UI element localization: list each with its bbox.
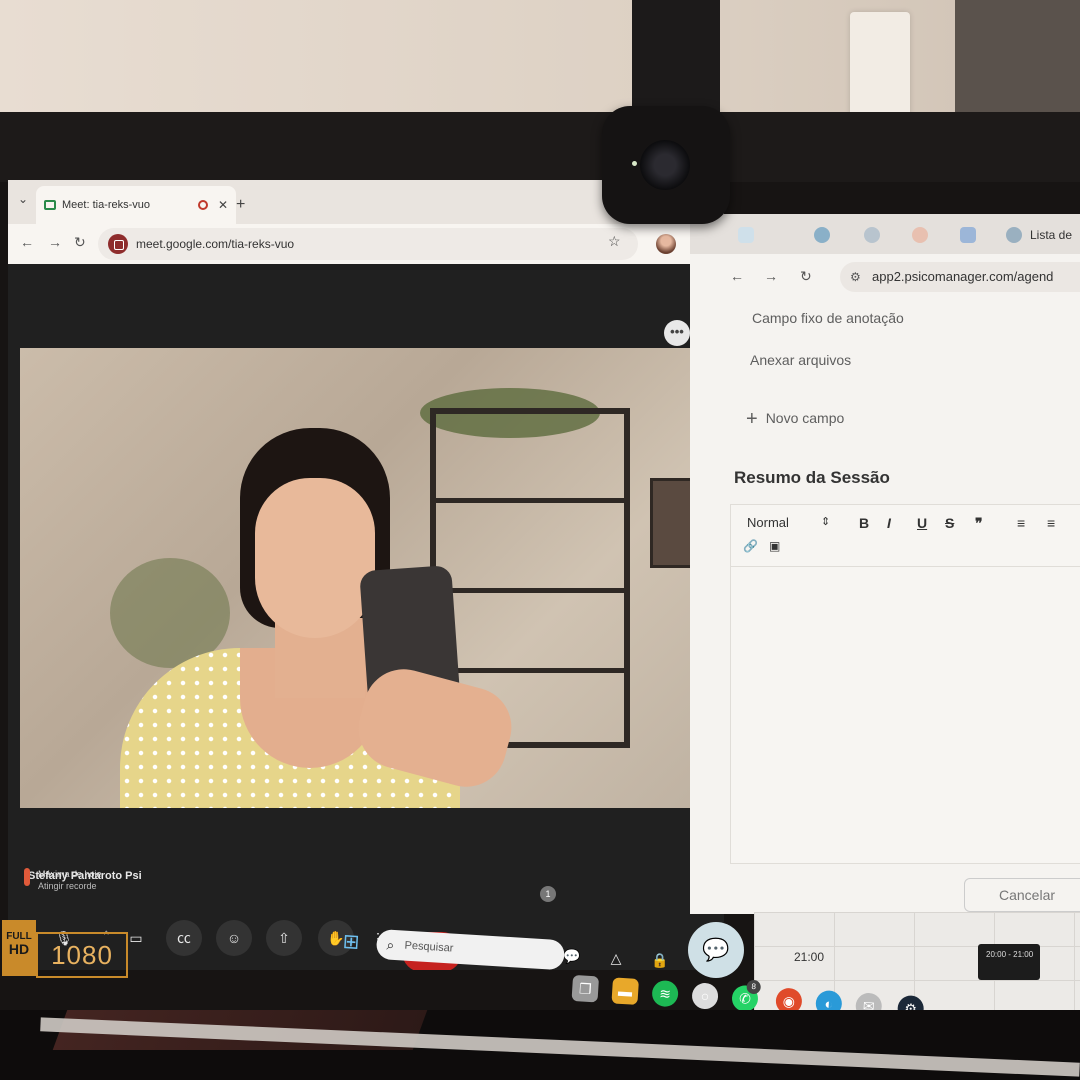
psico-toolbar: ← → ↻ app2.psicomanager.com/agend <box>690 254 1080 298</box>
tab-favicon-icon[interactable] <box>864 227 880 243</box>
weather-title: Máxima de hoje <box>38 869 102 879</box>
bold-button[interactable]: B <box>859 515 869 531</box>
back-icon[interactable]: ← <box>730 268 744 284</box>
forward-icon[interactable]: → <box>764 268 778 284</box>
emoji-icon[interactable]: ☺ <box>216 920 252 956</box>
new-field-button[interactable]: + Novo campo <box>746 408 844 431</box>
weather-widget[interactable]: Máxima de hoje Atingir recorde <box>24 868 102 892</box>
monitor-top-bezel <box>0 112 1080 182</box>
resolution-label: 1080 <box>36 932 128 978</box>
participants-count-badge: 1 <box>540 886 556 902</box>
back-icon[interactable]: ← <box>20 234 34 250</box>
new-field-label: Novo campo <box>765 410 845 426</box>
section-title: Resumo da Sessão <box>734 468 890 487</box>
bookmark-star-icon[interactable]: ☆ <box>608 233 621 250</box>
quote-button[interactable]: ❞ <box>975 515 983 532</box>
taskbar-search[interactable]: Pesquisar <box>375 928 566 971</box>
rich-text-editor[interactable]: Normal ⇕ B I U S ❞ ≡ ≡ 🔗 ▣ <box>730 504 1080 864</box>
format-select-caret-icon[interactable]: ⇕ <box>821 515 830 528</box>
participant-video <box>20 348 700 808</box>
site-info-icon[interactable] <box>108 234 128 254</box>
link-icon[interactable]: 🔗 <box>743 539 758 553</box>
underline-button[interactable]: U <box>917 515 927 531</box>
address-bar[interactable]: meet.google.com/tia-reks-vuo <box>98 228 638 260</box>
meet-stage: ••• Stefany Pantaroto Psi ^ 🎙 ^ ▭ ㏄ ☺ <box>8 264 724 970</box>
captions-icon[interactable]: ㏄ <box>166 920 202 956</box>
more-options-button[interactable]: ••• <box>664 320 690 346</box>
psico-browser-window: Lista de ← → ↻ app2.psicomanager.com/age… <box>690 214 1080 914</box>
italic-button[interactable]: I <box>887 515 891 531</box>
cancel-button[interactable]: Cancelar <box>964 878 1080 912</box>
shelf-board <box>430 668 630 673</box>
task-view-icon[interactable]: ❐ <box>571 974 600 1003</box>
shelf-board <box>430 588 630 593</box>
tab-title: Meet: tia-reks-vuo <box>62 199 151 211</box>
meet-toolbar: ← → ↻ meet.google.com/tia-reks-vuo ☆ ⋮ <box>8 224 724 264</box>
webcam-lens-icon <box>640 140 690 190</box>
editor-toolbar: Normal ⇕ B I U S ❞ ≡ ≡ 🔗 ▣ <box>731 505 1080 567</box>
calendar-tab-icon[interactable] <box>960 227 976 243</box>
recording-indicator-icon <box>197 200 208 210</box>
meet-favicon-icon <box>44 200 56 210</box>
spotify-icon[interactable]: ≋ <box>651 979 679 1008</box>
tab-lista[interactable]: Lista de <box>1030 228 1072 242</box>
thermometer-icon <box>24 868 30 886</box>
shelf-board <box>430 498 630 503</box>
psico-tabstrip: Lista de <box>690 214 1080 254</box>
format-select[interactable]: Normal <box>747 515 789 530</box>
menu-attach-files[interactable]: Anexar arquivos <box>750 352 851 368</box>
profile-avatar[interactable] <box>656 234 676 254</box>
reload-icon[interactable]: ↻ <box>74 234 86 251</box>
tab-meet[interactable]: Meet: tia-reks-vuo ✕ <box>36 186 236 224</box>
psico-content: Campo fixo de anotação Anexar arquivos +… <box>690 298 1080 914</box>
windows-start-icon[interactable]: ⊞ <box>342 929 360 955</box>
webcam-led <box>632 161 637 166</box>
webcam-mount <box>632 0 720 120</box>
tab-favicon-icon[interactable] <box>1006 227 1022 243</box>
tab-favicon-icon[interactable] <box>738 227 754 243</box>
tab-favicon-icon[interactable] <box>814 227 830 243</box>
address-url: meet.google.com/tia-reks-vuo <box>136 237 295 251</box>
reload-icon[interactable]: ↻ <box>800 268 812 285</box>
forward-icon[interactable]: → <box>48 234 62 250</box>
meet-browser-window: ⌄ Meet: tia-reks-vuo ✕ + — ☐ ✕ ← → ↻ mee… <box>8 180 724 970</box>
tab-search-chevron-icon[interactable]: ⌄ <box>18 192 28 206</box>
fullhd-bottom: HD <box>8 941 30 957</box>
weather-subtitle: Atingir recorde <box>38 881 97 891</box>
align-center-icon[interactable]: ≡ <box>1047 515 1055 531</box>
strike-button[interactable]: S <box>945 515 954 531</box>
person-face <box>255 478 375 638</box>
align-left-icon[interactable]: ≡ <box>1017 515 1025 531</box>
image-icon[interactable]: ▣ <box>769 539 780 553</box>
fullhd-overlay: FULL HD 1080 <box>2 918 128 980</box>
file-explorer-icon[interactable]: ▬ <box>611 977 639 1005</box>
zoom-icon[interactable]: ○ <box>691 982 719 1010</box>
whatsapp-badge: 8 <box>746 979 762 995</box>
psico-address-bar[interactable]: app2.psicomanager.com/agend <box>840 262 1080 292</box>
plus-icon: + <box>746 408 758 430</box>
present-screen-icon[interactable]: ⇧ <box>266 920 302 956</box>
new-tab-icon[interactable]: + <box>236 196 245 214</box>
tab-favicon-icon[interactable] <box>912 227 928 243</box>
wall-picture <box>650 478 694 568</box>
close-tab-icon[interactable]: ✕ <box>218 198 228 212</box>
menu-fixed-field[interactable]: Campo fixo de anotação <box>752 310 904 326</box>
fullhd-label: FULL HD <box>2 920 36 976</box>
